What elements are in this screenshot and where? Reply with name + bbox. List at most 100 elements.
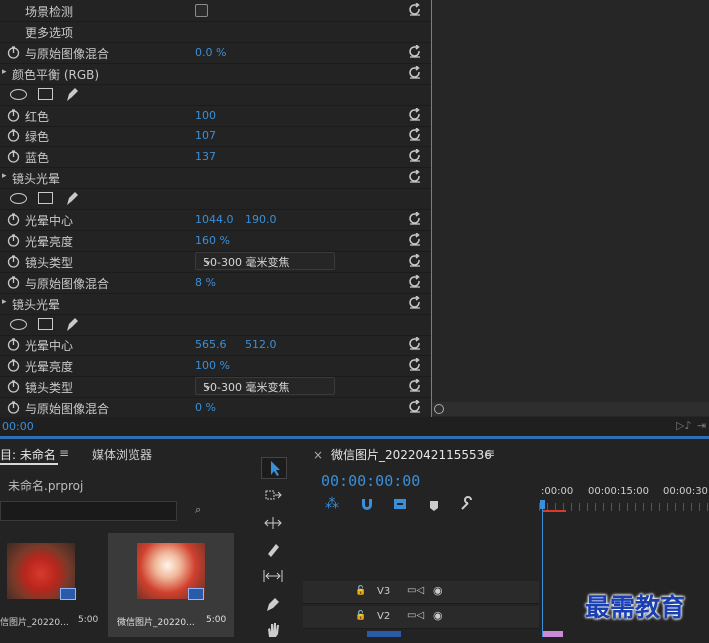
eye-icon[interactable]: ◉ — [433, 609, 443, 622]
playhead[interactable] — [540, 500, 545, 637]
stopwatch-icon[interactable] — [7, 234, 20, 247]
track-name[interactable]: V3 — [377, 586, 390, 597]
sequence-tab-title[interactable]: 微信图片_20220421155536 — [331, 446, 492, 463]
nest-toggle-icon[interactable]: ⁂ — [325, 496, 341, 512]
panel-menu-icon[interactable]: ≡ — [485, 446, 495, 460]
reset-icon[interactable] — [408, 3, 422, 17]
stopwatch-icon[interactable] — [7, 46, 20, 59]
sync-lock-icon[interactable]: ▭◁ — [407, 585, 424, 596]
effect-group-label[interactable]: 镜头光晕 — [12, 296, 60, 313]
scroll-handle-icon[interactable] — [434, 404, 444, 414]
effect-controls-timeline[interactable] — [431, 0, 709, 417]
track-select-tool-icon[interactable] — [261, 485, 287, 507]
lock-icon[interactable]: 🔓 — [355, 611, 366, 621]
linked-selection-icon[interactable] — [392, 496, 408, 512]
time-ruler[interactable]: :00:00 00:00:15:00 00:00:30: — [539, 483, 709, 513]
project-item[interactable]: 信图片_20220... 5:00 — [0, 533, 106, 637]
param-value[interactable]: 0 % — [195, 401, 216, 414]
param-value-2[interactable]: 190.0 — [245, 213, 277, 226]
add-marker-icon[interactable] — [429, 497, 439, 511]
param-value[interactable]: 1044.0 — [195, 213, 234, 226]
tab-media-browser[interactable]: 媒体浏览器 — [92, 446, 152, 463]
reset-icon[interactable] — [408, 295, 422, 310]
lock-icon[interactable]: 🔓 — [355, 586, 366, 596]
param-value[interactable]: 100 % — [195, 359, 230, 372]
track-name[interactable]: V2 — [377, 611, 390, 622]
stopwatch-icon[interactable] — [7, 380, 20, 393]
reset-icon[interactable] — [408, 149, 422, 163]
collapse-triangle-icon[interactable]: ▸ — [2, 67, 7, 77]
selection-tool-icon[interactable] — [261, 457, 287, 479]
param-value-2[interactable]: 512.0 — [245, 338, 277, 351]
eye-icon[interactable]: ◉ — [433, 584, 443, 597]
rectangle-mask-icon[interactable] — [38, 317, 53, 330]
stopwatch-icon[interactable] — [7, 401, 20, 414]
effect-row — [0, 84, 431, 106]
effect-timecode[interactable]: 00:00 — [2, 420, 34, 433]
effect-timeline-scrollbar[interactable] — [432, 402, 709, 416]
stopwatch-icon[interactable] — [7, 338, 20, 352]
reset-icon[interactable] — [408, 253, 422, 268]
panel-menu-icon[interactable]: ≡ — [59, 446, 69, 460]
rectangle-mask-icon[interactable] — [38, 192, 53, 205]
project-search-input[interactable] — [0, 501, 177, 521]
timeline-settings-icon[interactable] — [459, 496, 475, 512]
reset-icon[interactable] — [408, 274, 422, 289]
reset-icon[interactable] — [408, 337, 422, 351]
project-item-selected[interactable]: 微信图片_20220... 5:00 — [108, 533, 234, 637]
effect-group-label[interactable]: 颜色平衡 (RGB) — [12, 66, 99, 83]
param-value[interactable]: 107 — [195, 129, 216, 142]
close-sequence-icon[interactable]: × — [313, 448, 323, 462]
hand-tool-icon[interactable] — [261, 619, 287, 641]
reset-icon[interactable] — [408, 65, 422, 80]
collapse-triangle-icon[interactable]: ▸ — [2, 297, 7, 307]
export-frame-icon[interactable]: ⇥ — [697, 419, 706, 432]
track-target-v1[interactable] — [367, 631, 401, 637]
stopwatch-icon[interactable] — [7, 276, 20, 289]
rectangle-mask-icon[interactable] — [38, 87, 53, 100]
razor-tool-icon[interactable] — [261, 539, 287, 561]
ellipse-mask-icon[interactable] — [10, 193, 27, 205]
reset-icon[interactable] — [408, 379, 422, 393]
reset-icon[interactable] — [408, 128, 422, 142]
stopwatch-icon[interactable] — [7, 255, 20, 268]
ripple-edit-tool-icon[interactable] — [261, 513, 287, 535]
clip[interactable] — [543, 631, 563, 637]
stopwatch-icon[interactable] — [7, 108, 20, 122]
pen-mask-icon[interactable] — [64, 190, 80, 206]
ellipse-mask-icon[interactable] — [10, 318, 27, 330]
ellipse-mask-icon[interactable] — [10, 88, 27, 100]
sync-lock-icon[interactable]: ▭◁ — [407, 610, 424, 621]
reset-icon[interactable] — [408, 400, 422, 414]
param-value[interactable]: 565.6 — [195, 338, 227, 351]
stopwatch-icon[interactable] — [7, 359, 20, 372]
reset-icon[interactable] — [408, 358, 422, 372]
stopwatch-icon[interactable] — [7, 129, 20, 143]
lens-type-select[interactable]: 50-300 毫米变焦 ⌄ — [195, 251, 335, 270]
pen-tool-icon[interactable] — [261, 594, 287, 616]
stopwatch-icon[interactable] — [7, 150, 20, 163]
sequence-timecode[interactable]: 00:00:00:00 — [321, 472, 420, 490]
pen-mask-icon[interactable] — [64, 316, 80, 332]
stopwatch-icon[interactable] — [7, 213, 20, 226]
audio-scrub-icon[interactable]: ▷♪ — [676, 419, 691, 432]
reset-icon[interactable] — [408, 232, 422, 247]
param-value[interactable]: 137 — [195, 150, 216, 163]
new-bin-icon[interactable]: ⌕ — [195, 503, 211, 517]
checkbox[interactable] — [195, 4, 208, 17]
pen-mask-icon[interactable] — [64, 86, 80, 102]
param-value[interactable]: 100 — [195, 109, 216, 122]
param-value[interactable]: 0.0 % — [195, 46, 226, 59]
collapse-triangle-icon[interactable]: ▸ — [2, 171, 7, 181]
reset-icon[interactable] — [408, 44, 422, 59]
reset-icon[interactable] — [408, 212, 422, 226]
effect-group-label[interactable]: 镜头光晕 — [12, 170, 60, 187]
reset-icon[interactable] — [408, 170, 422, 184]
lens-type-select[interactable]: 50-300 毫米变焦 ⌄ — [195, 377, 335, 396]
snap-icon[interactable] — [359, 496, 375, 512]
param-value[interactable]: 160 % — [195, 234, 230, 247]
reset-icon[interactable] — [408, 107, 422, 122]
slip-tool-icon[interactable] — [261, 566, 287, 588]
tab-project[interactable]: 目: 未命名 — [0, 446, 56, 463]
param-value[interactable]: 8 % — [195, 276, 216, 289]
